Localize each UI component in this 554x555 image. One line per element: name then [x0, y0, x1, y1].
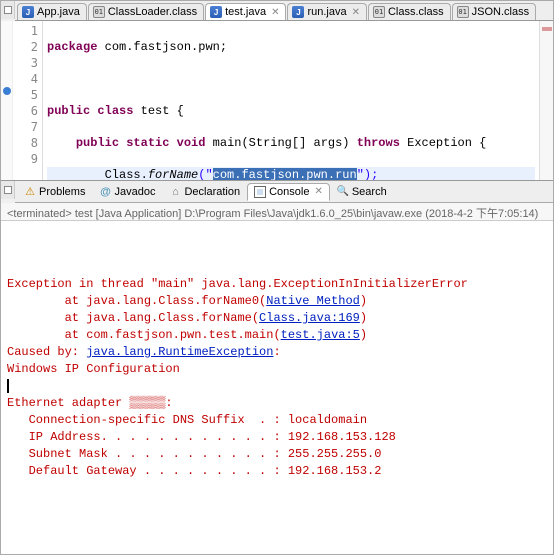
stacktrace-link[interactable]: test.java:5 — [281, 328, 360, 342]
view-tab-javadoc[interactable]: Javadoc — [92, 183, 162, 201]
stacktrace-link[interactable]: Native Method — [266, 294, 360, 308]
prob-icon — [24, 186, 36, 198]
tab-label: test.java — [225, 6, 266, 18]
stacktrace-line: Caused by: java.lang.RuntimeException: — [7, 344, 547, 361]
java-file-icon — [210, 6, 222, 18]
java-file-icon — [22, 6, 34, 18]
line-gutter: 123456789 — [1, 21, 43, 180]
tab-label: Class.class — [388, 6, 444, 18]
console-icon — [254, 186, 266, 198]
editor: 123456789 package com.fastjson.pwn; publ… — [1, 21, 553, 181]
tab-label: JSON.class — [472, 6, 529, 18]
stacktrace-line: at java.lang.Class.forName(Class.java:16… — [7, 310, 547, 327]
view-tab-label: Search — [352, 186, 387, 198]
console-line: Subnet Mask . . . . . . . . . . . : 255.… — [7, 446, 547, 463]
close-icon[interactable]: ✕ — [352, 7, 360, 18]
view-tab-declaration[interactable]: Declaration — [162, 183, 247, 201]
console-output[interactable]: ≡FREEBUF Exception in thread "main" java… — [1, 221, 553, 554]
tab-label: App.java — [37, 6, 80, 18]
view-tab-console[interactable]: Console ✕ — [247, 183, 330, 201]
view-tab-search[interactable]: Search — [330, 183, 394, 201]
console-line: IP Address. . . . . . . . . . . . : 192.… — [7, 429, 547, 446]
close-icon[interactable]: ✕ — [314, 186, 322, 197]
class-file-icon — [93, 6, 105, 18]
console-line: Default Gateway . . . . . . . . . : 192.… — [7, 463, 547, 480]
stacktrace-link[interactable]: java.lang.RuntimeException — [86, 345, 273, 359]
console-launch-info: <terminated> test [Java Application] D:\… — [1, 203, 553, 221]
view-tab-problems[interactable]: Problems — [17, 183, 92, 201]
ide-root: App.javaClassLoader.classtest.java✕run.j… — [1, 1, 553, 554]
view-tabstrip: Problems Javadoc Declaration Console ✕ Search — [15, 181, 553, 203]
stacktrace-line: at java.lang.Class.forName0(Native Metho… — [7, 293, 547, 310]
code-area[interactable]: package com.fastjson.pwn; public class t… — [43, 21, 539, 180]
console-line — [7, 378, 547, 395]
breakpoint-column[interactable] — [1, 21, 13, 180]
view-tab-label: Console — [269, 186, 309, 198]
editor-tab-json-class[interactable]: JSON.class — [452, 3, 536, 20]
console-line: Ethernet adapter ▒▒▒▒▒: — [7, 395, 547, 412]
breakpoint-marker[interactable] — [3, 87, 11, 95]
view-tab-label: Declaration — [184, 186, 240, 198]
cursor — [7, 379, 9, 393]
minimize-gutter[interactable] — [1, 1, 15, 19]
overview-ruler[interactable] — [539, 21, 553, 180]
class-file-icon — [457, 6, 469, 18]
java-file-icon — [292, 6, 304, 18]
editor-tab-app-java[interactable]: App.java — [17, 3, 87, 20]
editor-tab-classloader-class[interactable]: ClassLoader.class — [88, 3, 204, 20]
stacktrace-link[interactable]: Class.java:169 — [259, 311, 360, 325]
editor-tabstrip: App.javaClassLoader.classtest.java✕run.j… — [15, 1, 553, 21]
view-tab-label: Javadoc — [114, 186, 155, 198]
close-icon[interactable]: ✕ — [271, 7, 279, 18]
editor-tab-run-java[interactable]: run.java ✕ — [287, 3, 367, 20]
kw-package: package — [47, 40, 97, 54]
stacktrace-line: at com.fastjson.pwn.test.main(test.java:… — [7, 327, 547, 344]
editor-tab-class-class[interactable]: Class.class — [368, 3, 451, 20]
tab-label: run.java — [307, 6, 346, 18]
selected-text[interactable]: com.fastjson.pwn.run — [213, 168, 357, 180]
minimize-gutter-bottom[interactable] — [1, 181, 15, 199]
class-file-icon — [373, 6, 385, 18]
at-icon — [99, 186, 111, 198]
view-tab-label: Problems — [39, 186, 85, 198]
console-line: Connection-specific DNS Suffix . : local… — [7, 412, 547, 429]
editor-tab-test-java[interactable]: test.java ✕ — [205, 3, 286, 20]
console-line: Windows IP Configuration — [7, 361, 547, 378]
decl-icon — [169, 186, 181, 198]
tab-label: ClassLoader.class — [108, 6, 197, 18]
search-icon — [337, 186, 349, 198]
stacktrace-line: Exception in thread "main" java.lang.Exc… — [7, 276, 547, 293]
